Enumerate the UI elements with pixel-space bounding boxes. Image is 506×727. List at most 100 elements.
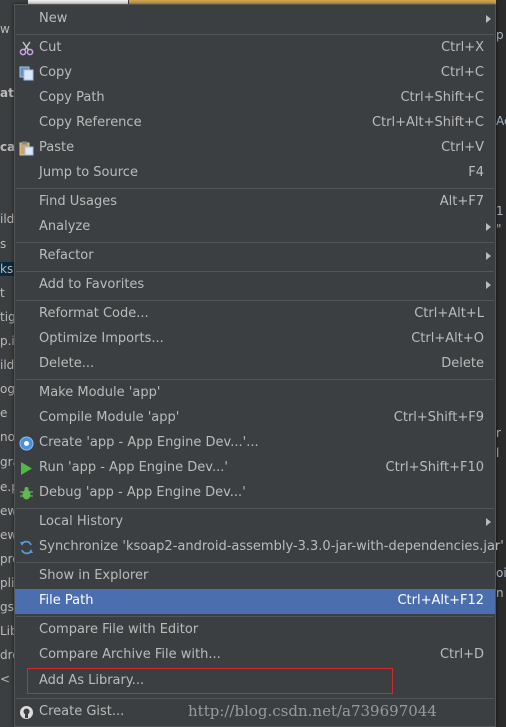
menu-item-optimize-imports[interactable]: Optimize Imports... Ctrl+Alt+O — [15, 327, 495, 352]
menu-item-label: Copy — [39, 65, 72, 80]
menu-separator — [16, 379, 494, 380]
tree-fragment: pli — [0, 576, 14, 590]
menu-item-label: Show in Explorer — [39, 568, 149, 583]
menu-separator — [16, 616, 494, 617]
menu-item-shortcut: Ctrl+Alt+Shift+C — [371, 115, 484, 130]
menu-item-label: Cut — [39, 40, 62, 55]
menu-item-compare-file-with-editor[interactable]: Compare File with Editor — [15, 618, 495, 643]
menu-item-local-history[interactable]: Local History — [15, 510, 495, 535]
context-menu: New Cut Ctrl+X Copy Ctrl+C Copy Path Ctr… — [14, 4, 504, 727]
menu-item-shortcut: F4 — [468, 165, 484, 180]
editor-fragment: oi — [496, 566, 506, 580]
menu-item-label: Optimize Imports... — [39, 331, 164, 346]
menu-item-find-usages[interactable]: Find Usages Alt+F7 — [15, 190, 495, 215]
highlight-box — [27, 668, 393, 694]
menu-item-debug[interactable]: Debug 'app - App Engine Dev...' — [15, 481, 495, 506]
menu-item-refactor[interactable]: Refactor — [15, 244, 495, 269]
tree-fragment: Lib — [0, 624, 14, 638]
menu-item-reformat-code[interactable]: Reformat Code... Ctrl+Alt+L — [15, 302, 495, 327]
menu-item-label: Local History — [39, 514, 124, 529]
menu-item-label: Copy Path — [39, 90, 105, 105]
tree-fragment: < — [0, 672, 11, 686]
tree-fragment: gra — [0, 455, 14, 469]
app-engine-icon — [18, 435, 35, 452]
tree-fragment: ks — [0, 262, 14, 276]
menu-item-compare-archive[interactable]: Compare Archive File with... Ctrl+D — [15, 643, 495, 668]
editor-fragment: p — [496, 28, 504, 42]
menu-item-shortcut: Alt+F7 — [439, 194, 484, 209]
editor-fragment: 1 — [496, 204, 504, 218]
tree-fragment: e — [0, 406, 8, 420]
paste-icon — [18, 140, 35, 157]
menu-item-shortcut: Ctrl+X — [441, 40, 484, 55]
menu-item-jump-to-source[interactable]: Jump to Source F4 — [15, 161, 495, 186]
project-tree-panel: w atio ca ild s ks t tig p.i ild og e no… — [0, 0, 14, 727]
editor-fragment: l — [496, 446, 500, 460]
menu-item-compile-module[interactable]: Compile Module 'app' Ctrl+Shift+F9 — [15, 406, 495, 431]
menu-item-file-path[interactable]: File Path Ctrl+Alt+F12 — [15, 589, 495, 614]
menu-item-shortcut: Ctrl+V — [441, 140, 484, 155]
menu-item-label: Debug 'app - App Engine Dev...' — [39, 485, 246, 500]
menu-item-label: Run 'app - App Engine Dev...' — [39, 460, 228, 475]
submenu-arrow-icon — [486, 223, 491, 231]
menu-item-show-in-explorer[interactable]: Show in Explorer — [15, 564, 495, 589]
sync-icon — [18, 539, 35, 556]
tree-fragment: e.p — [0, 480, 14, 494]
menu-item-make-module[interactable]: Make Module 'app' — [15, 381, 495, 406]
menu-item-new[interactable]: New — [15, 7, 495, 32]
menu-item-label: Make Module 'app' — [39, 385, 161, 400]
menu-item-label: Add to Favorites — [39, 277, 145, 292]
run-icon — [18, 460, 35, 477]
menu-item-create-config[interactable]: Create 'app - App Engine Dev...'... — [15, 431, 495, 456]
menu-item-paste[interactable]: Paste Ctrl+V — [15, 136, 495, 161]
menu-item-label: Delete... — [39, 356, 95, 371]
editor-fragment: " — [496, 222, 502, 236]
menu-item-shortcut: Ctrl+Alt+F12 — [397, 593, 484, 608]
tree-fragment: ild — [0, 212, 14, 226]
tree-fragment: ew — [0, 504, 14, 518]
editor-fragment: Ac — [496, 114, 506, 128]
tree-fragment: gs. — [0, 600, 14, 614]
menu-item-label: Refactor — [39, 248, 94, 263]
menu-item-shortcut: Ctrl+Alt+O — [411, 331, 484, 346]
menu-item-delete[interactable]: Delete... Delete — [15, 352, 495, 377]
tree-fragment: ca — [0, 140, 14, 154]
menu-separator — [16, 562, 494, 563]
menu-item-analyze[interactable]: Analyze — [15, 215, 495, 240]
menu-item-copy-reference[interactable]: Copy Reference Ctrl+Alt+Shift+C — [15, 111, 495, 136]
menu-item-copy[interactable]: Copy Ctrl+C — [15, 61, 495, 86]
menu-item-label: Create Gist... — [39, 704, 125, 719]
scissors-icon — [18, 40, 35, 57]
menu-item-label: Synchronize 'ksoap2-android-assembly-3.3… — [39, 539, 504, 554]
watermark: http://blog.csdn.net/a739697044 — [188, 702, 437, 720]
menu-item-add-to-favorites[interactable]: Add to Favorites — [15, 273, 495, 298]
menu-separator — [16, 508, 494, 509]
tree-fragment: ew. — [0, 528, 14, 542]
editor-fragment: r — [496, 426, 501, 440]
menu-item-copy-path[interactable]: Copy Path Ctrl+Shift+C — [15, 86, 495, 111]
tree-fragment: p.i — [0, 334, 14, 348]
menu-item-label: Compare Archive File with... — [39, 647, 221, 662]
menu-item-shortcut: Delete — [441, 356, 484, 371]
editor-fragment: n — [496, 586, 504, 600]
menu-item-label: Find Usages — [39, 194, 118, 209]
menu-item-label: Copy Reference — [39, 115, 142, 130]
menu-item-label: Analyze — [39, 219, 91, 234]
menu-item-label: Jump to Source — [39, 165, 138, 180]
submenu-arrow-icon — [486, 252, 491, 260]
menu-item-shortcut: Ctrl+Alt+L — [414, 306, 484, 321]
menu-item-synchronize[interactable]: Synchronize 'ksoap2-android-assembly-3.3… — [15, 535, 504, 560]
tree-fragment: s — [0, 237, 7, 251]
tree-fragment: nor — [0, 430, 14, 444]
tree-fragment: atio — [0, 86, 14, 100]
menu-item-shortcut: Ctrl+Shift+F10 — [385, 460, 484, 475]
menu-item-label: File Path — [39, 593, 94, 608]
tree-fragment: w — [0, 22, 10, 36]
tree-fragment: dro — [0, 648, 14, 662]
editor-panel: p Ac 1 " r l oi n — [496, 0, 506, 727]
menu-separator — [16, 242, 494, 243]
menu-item-cut[interactable]: Cut Ctrl+X — [15, 36, 495, 61]
github-icon — [18, 704, 35, 721]
menu-item-run[interactable]: Run 'app - App Engine Dev...' Ctrl+Shift… — [15, 456, 495, 481]
menu-item-shortcut: Ctrl+Shift+C — [400, 90, 484, 105]
